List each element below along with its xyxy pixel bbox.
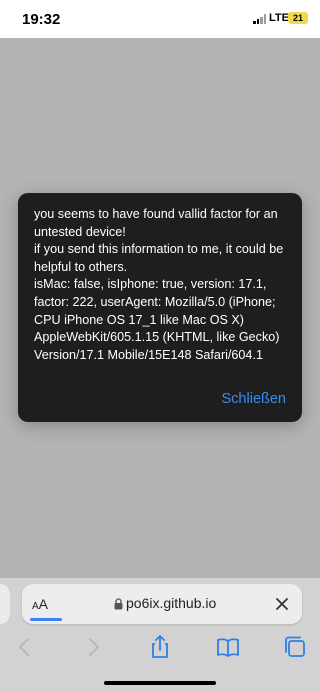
battery-icon: 21 — [288, 12, 308, 24]
alert-message: you seems to have found vallid factor fo… — [34, 207, 284, 362]
close-button[interactable]: Schließen — [222, 391, 286, 407]
load-progress-bar — [30, 618, 62, 621]
alert-dialog: you seems to have found vallid factor fo… — [18, 193, 302, 422]
previous-tab-peek[interactable] — [0, 584, 10, 624]
browser-toolbar: AA po6ix.github.io — [0, 578, 320, 692]
clear-icon[interactable] — [274, 596, 290, 612]
page-settings-button[interactable]: AA — [32, 596, 48, 612]
aa-large-letter: A — [38, 596, 49, 612]
tabs-icon[interactable] — [280, 632, 310, 662]
bookmarks-icon[interactable] — [213, 632, 243, 662]
status-time: 19:32 — [22, 11, 61, 28]
navigation-row — [0, 632, 320, 662]
forward-icon[interactable] — [78, 632, 108, 662]
back-icon[interactable] — [10, 632, 40, 662]
aa-small-letter: A — [32, 601, 39, 612]
home-indicator[interactable] — [104, 681, 216, 685]
url-text: po6ix.github.io — [126, 595, 217, 611]
status-bar: 19:32 LTE 21 — [0, 0, 320, 38]
share-icon[interactable] — [145, 632, 175, 662]
cellular-signal-icon — [253, 14, 267, 24]
address-bar[interactable]: AA po6ix.github.io — [22, 584, 302, 624]
network-type: LTE — [269, 12, 289, 24]
lock-icon — [114, 598, 123, 610]
